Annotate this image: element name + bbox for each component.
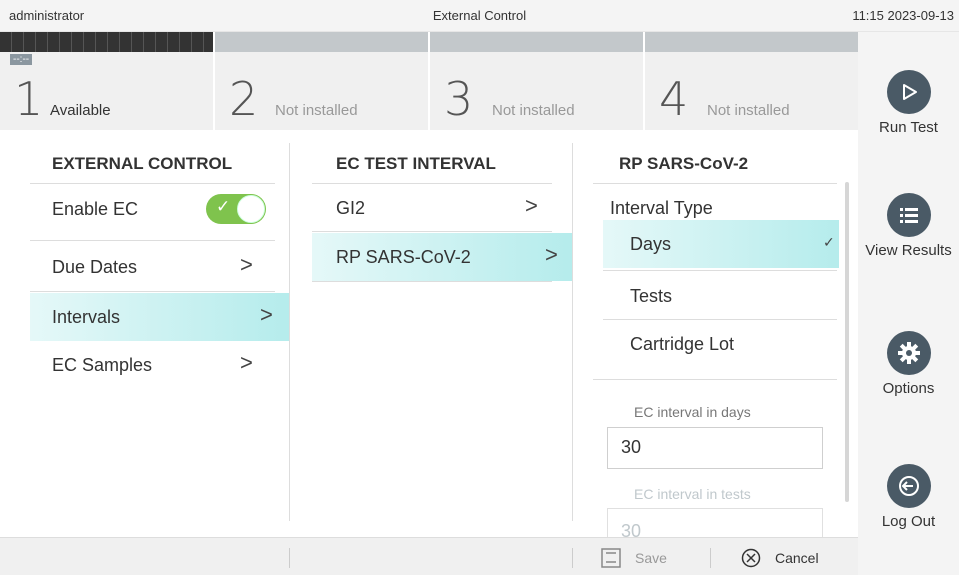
check-icon: ✓ bbox=[823, 234, 835, 250]
module-number: 3 bbox=[444, 72, 474, 126]
module-number: 4 bbox=[659, 72, 689, 126]
options-label: Options bbox=[882, 380, 935, 397]
save-label: Save bbox=[635, 550, 667, 566]
check-icon: ✓ bbox=[216, 197, 231, 216]
cancel-button[interactable]: Cancel bbox=[741, 548, 819, 568]
separator bbox=[710, 548, 711, 568]
rp-sars-cov-2-title: RP SARS-CoV-2 bbox=[619, 154, 749, 173]
divider bbox=[30, 183, 275, 184]
module-number: 2 bbox=[229, 72, 259, 126]
column-divider bbox=[572, 143, 573, 521]
column-divider bbox=[289, 143, 290, 521]
divider bbox=[312, 281, 552, 282]
cancel-label: Cancel bbox=[775, 550, 819, 566]
chevron-right-icon: > bbox=[545, 242, 558, 267]
chevron-right-icon: > bbox=[240, 350, 253, 375]
ec-samples-label: EC Samples bbox=[52, 354, 153, 375]
module-status: Not installed bbox=[707, 102, 790, 119]
logout-icon bbox=[886, 464, 931, 508]
divider bbox=[30, 291, 275, 292]
run-test-button[interactable]: Run Test bbox=[858, 70, 959, 136]
enable-ec-row[interactable]: Enable EC ✓ bbox=[30, 185, 289, 233]
module-bar: --:-- 1 Available 2 Not installed 3 Not … bbox=[0, 32, 858, 130]
log-out-button[interactable]: Log Out bbox=[858, 464, 959, 530]
tests-label: Tests bbox=[630, 285, 673, 306]
options-button[interactable]: Options bbox=[858, 331, 959, 397]
module-2[interactable]: 2 Not installed bbox=[215, 32, 428, 130]
due-dates-label: Due Dates bbox=[52, 256, 138, 277]
view-results-label: View Results bbox=[865, 242, 952, 259]
ec-interval-tests-input[interactable]: 30 bbox=[607, 508, 823, 541]
cartridge-lot-option[interactable]: Cartridge Lot bbox=[603, 320, 839, 368]
module-timer: --:-- bbox=[10, 54, 33, 65]
module-strip bbox=[215, 32, 428, 52]
tests-option[interactable]: Tests bbox=[603, 272, 839, 320]
gear-icon bbox=[886, 331, 931, 375]
log-out-label: Log Out bbox=[881, 513, 936, 530]
module-4[interactable]: 4 Not installed bbox=[645, 32, 858, 130]
run-test-label: Run Test bbox=[879, 119, 938, 136]
sidebar: Run Test View Results Options Log Out bbox=[858, 32, 959, 575]
days-option[interactable]: Days ✓ bbox=[603, 220, 839, 268]
enable-ec-toggle[interactable]: ✓ bbox=[206, 194, 266, 224]
save-button[interactable]: Save bbox=[601, 548, 667, 568]
due-dates-row[interactable]: Due Dates > bbox=[30, 243, 289, 291]
clock: 11:15 2023-09-13 bbox=[852, 8, 954, 23]
ec-interval-days-label: EC interval in days bbox=[634, 404, 751, 420]
cartridge-lot-label: Cartridge Lot bbox=[630, 333, 735, 354]
rp-sars-cov-2-row[interactable]: RP SARS-CoV-2 > bbox=[312, 233, 572, 281]
toggle-knob bbox=[237, 195, 265, 223]
ec-test-interval-title: EC TEST INTERVAL bbox=[336, 154, 496, 173]
play-icon bbox=[886, 70, 931, 114]
divider bbox=[603, 270, 837, 271]
ec-samples-row[interactable]: EC Samples > bbox=[30, 341, 289, 389]
divider bbox=[593, 379, 837, 380]
module-strip bbox=[645, 32, 858, 52]
ec-interval-days-input[interactable]: 30 bbox=[607, 427, 823, 469]
days-label: Days bbox=[630, 233, 672, 254]
module-strip bbox=[430, 32, 643, 52]
module-number: 1 bbox=[14, 72, 44, 126]
chevron-right-icon: > bbox=[260, 302, 273, 327]
module-1[interactable]: --:-- 1 Available bbox=[0, 32, 213, 130]
chevron-right-icon: > bbox=[525, 193, 538, 218]
rp-sars-cov-2-label: RP SARS-CoV-2 bbox=[336, 246, 471, 267]
view-results-button[interactable]: View Results bbox=[858, 193, 959, 259]
bottom-bar: Save Cancel bbox=[0, 537, 858, 575]
enable-ec-label: Enable EC bbox=[52, 198, 139, 219]
separator bbox=[572, 548, 573, 568]
cancel-icon bbox=[741, 548, 761, 568]
module-3[interactable]: 3 Not installed bbox=[430, 32, 643, 130]
gi2-row[interactable]: GI2 > bbox=[312, 184, 572, 232]
divider bbox=[30, 240, 275, 241]
scrollbar[interactable] bbox=[845, 182, 849, 502]
intervals-row[interactable]: Intervals > bbox=[30, 293, 289, 341]
save-icon bbox=[601, 548, 621, 568]
page-title: External Control bbox=[432, 8, 527, 23]
gi2-label: GI2 bbox=[336, 197, 366, 218]
chevron-right-icon: > bbox=[240, 252, 253, 277]
ec-interval-tests-label: EC interval in tests bbox=[634, 486, 751, 502]
module-status: Not installed bbox=[275, 102, 358, 119]
divider bbox=[312, 231, 552, 232]
module-status: Not installed bbox=[492, 102, 575, 119]
top-bar: administrator External Control 11:15 202… bbox=[0, 0, 959, 32]
external-control-title: EXTERNAL CONTROL bbox=[52, 154, 233, 173]
separator bbox=[289, 548, 290, 568]
list-icon bbox=[886, 193, 931, 237]
barcode-strip bbox=[0, 32, 213, 52]
intervals-label: Intervals bbox=[52, 306, 121, 327]
interval-type-label: Interval Type bbox=[610, 198, 713, 218]
divider bbox=[593, 183, 837, 184]
module-status: Available bbox=[50, 102, 111, 119]
